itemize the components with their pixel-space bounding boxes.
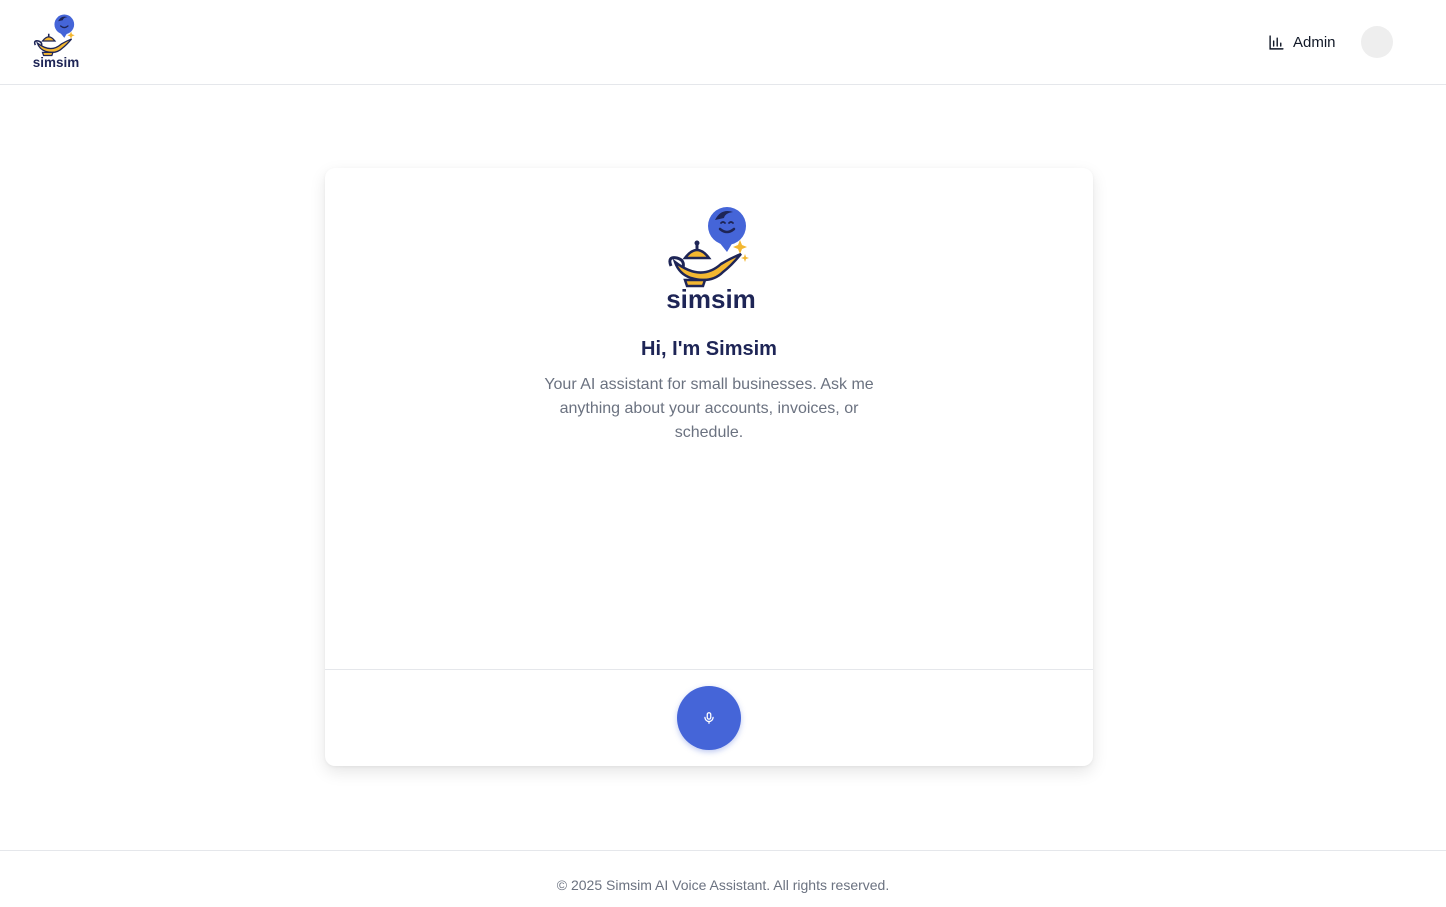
genie-lamp-logo-icon: simsim [33,14,79,70]
user-avatar[interactable] [1361,26,1393,58]
chat-card: simsim Hi, I'm Simsim Your AI assistant … [325,168,1093,766]
card-logo-text: simsim [666,284,756,312]
header-logo-text: simsim [33,55,79,69]
admin-link[interactable]: Admin [1268,30,1336,54]
card-divider [325,669,1093,670]
simsim-logo[interactable]: simsim [30,13,82,70]
genie-lamp-logo-icon: simsim [666,207,756,314]
microphone-icon [704,712,714,724]
copyright-text: © 2025 Simsim AI Voice Assistant. All ri… [556,877,890,893]
greeting-title: Hi, I'm Simsim [641,338,777,360]
greeting-subtitle: Your AI assistant for small businesses. … [544,376,874,441]
admin-label: Admin [1293,33,1336,51]
microphone-button[interactable] [677,686,741,750]
top-header: simsim Admin [0,0,1446,85]
bar-chart-icon [1269,34,1284,50]
card-logo: simsim [661,204,761,314]
page-footer: © 2025 Simsim AI Voice Assistant. All ri… [0,850,1446,907]
